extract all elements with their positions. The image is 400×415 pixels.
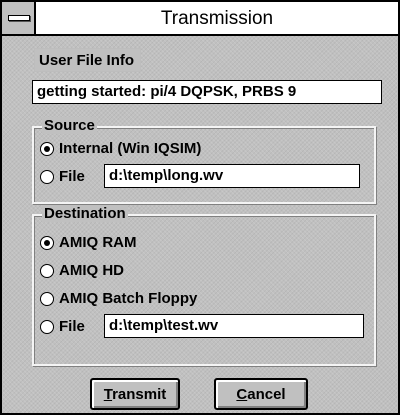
source-file-path-input[interactable]: d:\temp\long.wv xyxy=(104,164,360,188)
user-file-info-input[interactable]: getting started: pi/4 DQPSK, PRBS 9 xyxy=(32,80,382,104)
transmit-label: ransmit xyxy=(112,386,167,403)
system-menu-bar xyxy=(8,15,30,21)
system-menu-icon[interactable] xyxy=(2,2,36,34)
destination-option-amiq-ram[interactable]: AMIQ RAM xyxy=(40,234,137,251)
radio-button[interactable] xyxy=(40,169,54,184)
radio-button[interactable] xyxy=(40,141,54,156)
destination-file-path-input[interactable]: d:\temp\test.wv xyxy=(104,314,364,338)
transmission-dialog: Transmission User File Info getting star… xyxy=(0,0,400,415)
radio-button[interactable] xyxy=(40,319,54,334)
destination-option-batch-floppy[interactable]: AMIQ Batch Floppy xyxy=(40,290,197,307)
destination-option-file-label: File xyxy=(59,318,85,335)
destination-option-file[interactable]: File xyxy=(40,318,85,335)
radio-button[interactable] xyxy=(40,291,54,306)
destination-group-title: Destination xyxy=(42,205,128,222)
user-file-info-label: User File Info xyxy=(34,48,142,72)
source-option-internal[interactable]: Internal (Win IQSIM) xyxy=(40,140,201,157)
transmit-mnemonic: T xyxy=(103,386,113,403)
cancel-mnemonic: C xyxy=(236,386,248,403)
radio-button[interactable] xyxy=(40,235,54,250)
destination-option-amiq-ram-label: AMIQ RAM xyxy=(59,234,137,251)
source-option-file-label: File xyxy=(59,168,85,185)
transmit-button[interactable]: Transmit xyxy=(90,378,180,410)
window-title: Transmission xyxy=(160,8,274,29)
cancel-button[interactable]: Cancel xyxy=(214,378,308,410)
source-group-title: Source xyxy=(42,117,97,134)
title-bar: Transmission xyxy=(2,2,398,36)
radio-button[interactable] xyxy=(40,263,54,278)
destination-option-batch-floppy-label: AMIQ Batch Floppy xyxy=(59,290,198,307)
cancel-label: ancel xyxy=(247,386,286,403)
destination-option-amiq-hd[interactable]: AMIQ HD xyxy=(40,262,124,279)
source-option-file[interactable]: File xyxy=(40,168,85,185)
source-option-internal-label: Internal (Win IQSIM) xyxy=(59,140,202,157)
destination-option-amiq-hd-label: AMIQ HD xyxy=(59,262,124,279)
